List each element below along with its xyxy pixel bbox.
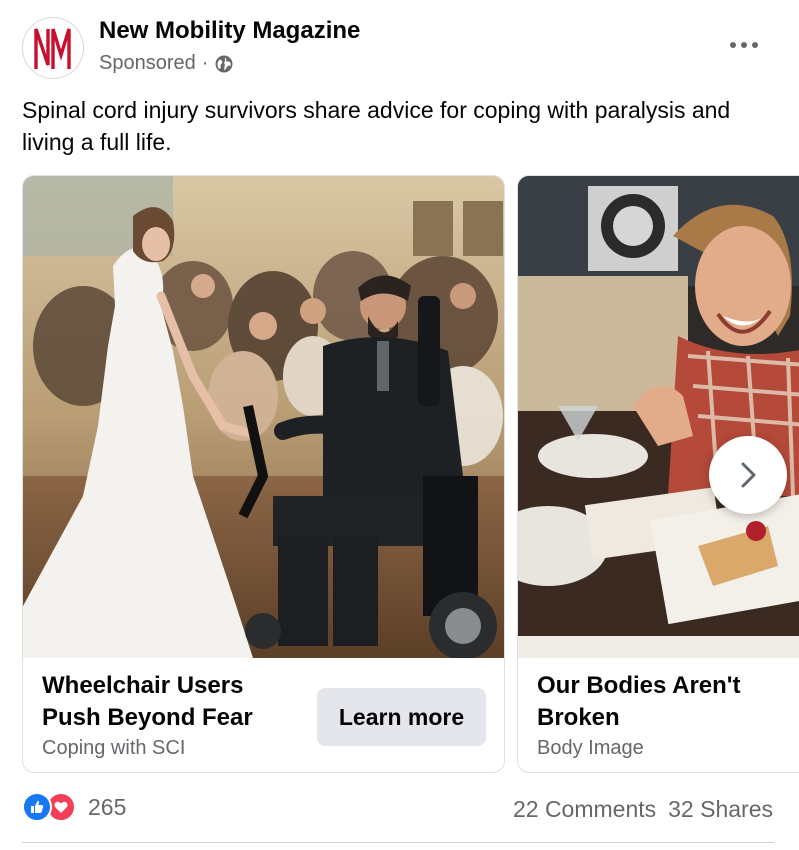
card-image-dessert[interactable] [518,176,799,658]
more-options-button[interactable] [722,28,766,62]
more-options-icon [730,42,758,48]
like-icon [22,792,52,822]
shares-count[interactable]: 32 Shares [668,796,773,823]
learn-more-button[interactable]: Learn more [317,688,486,746]
reaction-count[interactable]: 265 [88,794,126,821]
meta-separator: · [201,52,209,74]
carousel-next-button[interactable] [709,436,787,514]
post-stats: 22 Comments 32 Shares [513,796,773,823]
sponsored-post: NM New Mobility Magazine Sponsored · [0,0,799,850]
card-image-wedding[interactable] [23,176,504,658]
card-subtitle: Coping with SCI [42,737,186,759]
card-title[interactable]: Wheelchair Users Push Beyond Fear [42,670,292,734]
carousel-card[interactable]: Wheelchair Users Push Beyond Fear Coping… [22,175,505,773]
post-meta: Sponsored · [99,52,234,75]
nm-logo: NM [34,28,71,69]
page-name[interactable]: New Mobility Magazine [99,17,360,45]
chevron-right-icon [741,462,756,488]
page-avatar[interactable]: NM [22,17,84,79]
ad-carousel: Wheelchair Users Push Beyond Fear Coping… [0,175,799,775]
card-title[interactable]: Our Bodies Aren't Broken [537,670,787,734]
comments-count[interactable]: 22 Comments [513,796,656,823]
sponsored-label[interactable]: Sponsored [99,52,196,75]
footer-divider [22,842,774,843]
card-subtitle: Body Image [537,737,644,759]
reactions-summary[interactable]: 265 [22,792,126,822]
post-caption: Spinal cord injury survivors share advic… [22,97,731,155]
globe-icon[interactable] [214,54,234,74]
